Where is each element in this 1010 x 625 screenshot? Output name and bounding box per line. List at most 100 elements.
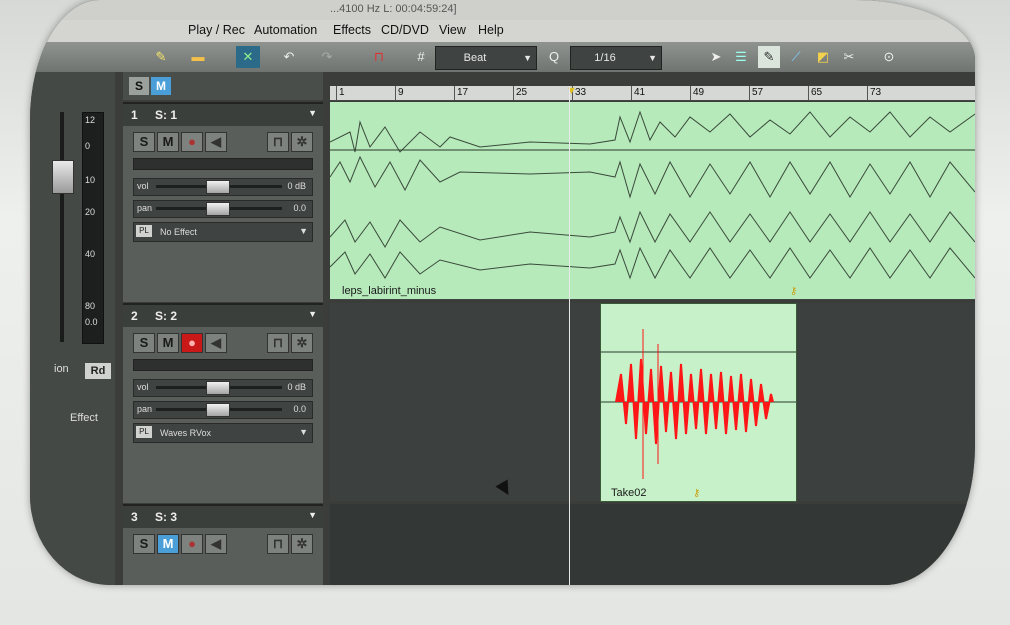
chevron-down-icon[interactable]: ▼ bbox=[308, 309, 317, 319]
global-mute-button[interactable]: M bbox=[151, 77, 171, 95]
cross-tool-icon[interactable]: ✕ bbox=[236, 46, 260, 68]
mute-button[interactable]: M bbox=[157, 333, 179, 353]
timeline-ruler[interactable]: 1 9 17 25 33 41 49 57 65 73 ▼ bbox=[330, 85, 975, 101]
chevron-down-icon[interactable]: ▼ bbox=[308, 108, 317, 118]
quantize-label: Q bbox=[548, 49, 560, 64]
mute-button[interactable]: M bbox=[157, 132, 179, 152]
toolbar: ✎ ▬ ✕ ↶ ↷ ⊓ # Beat ▼ Q 1/16 ▼ ➤ ☰ ✎ ⟋ ◩ … bbox=[30, 42, 975, 72]
redo-icon[interactable]: ↷ bbox=[316, 46, 338, 68]
scissors-icon[interactable]: ✂ bbox=[838, 46, 860, 68]
settings-icon[interactable]: ✲ bbox=[291, 132, 313, 152]
mute-button[interactable]: M bbox=[157, 534, 179, 554]
mixer-strip: 12 0 10 20 40 80 0.0 ion Rd Effect bbox=[30, 72, 115, 585]
pan-slider[interactable]: pan 0.0 bbox=[133, 200, 313, 218]
key-icon: ⚷ bbox=[790, 286, 798, 297]
solo-button[interactable]: S bbox=[133, 132, 155, 152]
select-tool-icon[interactable]: ✎ bbox=[758, 46, 780, 68]
track-number: 1 bbox=[131, 108, 138, 122]
ruler-tick bbox=[395, 86, 396, 100]
pan-thumb[interactable] bbox=[206, 202, 230, 216]
meter-tick: 12 bbox=[85, 115, 96, 125]
track-2-lane: Take02 ⚷ bbox=[330, 303, 975, 502]
ruler-tick bbox=[690, 86, 691, 100]
record-arm-button[interactable]: ● bbox=[181, 534, 203, 554]
chevron-down-icon: ▼ bbox=[299, 427, 308, 437]
volume-thumb[interactable] bbox=[206, 381, 230, 395]
envelope-tool-icon[interactable]: ⟋ bbox=[785, 46, 807, 68]
plugin-select[interactable]: PL Waves RVox ▼ bbox=[133, 423, 313, 443]
waveform bbox=[330, 110, 975, 280]
track-number: 2 bbox=[131, 309, 138, 323]
plugin-list-label: PL bbox=[136, 426, 152, 438]
track-tool-icon[interactable]: ☰ bbox=[730, 46, 752, 68]
lock-icon[interactable]: ⊓ bbox=[267, 333, 289, 353]
window-title: ...4100 Hz L: 00:04:59:24] bbox=[330, 3, 457, 15]
pan-thumb[interactable] bbox=[206, 403, 230, 417]
track-title-bar: 1 S: 1 ▼ bbox=[123, 104, 323, 126]
snap-mode-select[interactable]: Beat ▼ bbox=[435, 46, 537, 70]
menu-play-rec[interactable]: Play / Rec bbox=[188, 23, 245, 37]
mixer-tab-label[interactable]: ion bbox=[54, 363, 69, 375]
chevron-down-icon[interactable]: ▼ bbox=[308, 510, 317, 520]
meter-tick: 20 bbox=[85, 207, 96, 217]
audio-clip[interactable]: Take02 ⚷ bbox=[600, 303, 797, 502]
playhead-marker-icon[interactable]: ▼ bbox=[566, 85, 577, 97]
solo-button[interactable]: S bbox=[133, 333, 155, 353]
clip-name: Take02 bbox=[611, 487, 647, 499]
draw-tool-icon[interactable]: ▬ bbox=[180, 46, 216, 68]
master-fader-knob[interactable] bbox=[52, 160, 74, 194]
pan-value: 0.0 bbox=[293, 203, 306, 213]
monitor-speaker-icon[interactable]: ◀ bbox=[205, 333, 227, 353]
track-name[interactable]: S: 1 bbox=[155, 108, 177, 122]
lock-icon[interactable]: ⊓ bbox=[267, 132, 289, 152]
global-solo-button[interactable]: S bbox=[129, 77, 149, 95]
record-arm-button[interactable]: ● bbox=[181, 333, 203, 353]
monitor-speaker-icon[interactable]: ◀ bbox=[205, 534, 227, 554]
volume-slider[interactable]: vol 0 dB bbox=[133, 379, 313, 397]
settings-icon[interactable]: ✲ bbox=[291, 534, 313, 554]
chevron-down-icon: ▼ bbox=[648, 53, 657, 63]
zoom-icon[interactable]: ⊙ bbox=[878, 46, 900, 68]
menu-cd-dvd[interactable]: CD/DVD bbox=[381, 23, 429, 37]
menu-view[interactable]: View bbox=[439, 23, 466, 37]
volume-thumb[interactable] bbox=[206, 180, 230, 194]
menu-bar: Play / Rec Automation Effects CD/DVD Vie… bbox=[30, 20, 975, 42]
level-meter: 12 0 10 20 40 80 0.0 bbox=[82, 112, 104, 344]
daw-window: ...4100 Hz L: 00:04:59:24] Play / Rec Au… bbox=[30, 0, 975, 585]
menu-help[interactable]: Help bbox=[478, 23, 504, 37]
plugin-name: No Effect bbox=[160, 227, 197, 237]
ruler-label: 73 bbox=[870, 87, 882, 98]
ruler-label: 17 bbox=[457, 87, 469, 98]
fade-tool-icon[interactable]: ◩ bbox=[812, 46, 834, 68]
monitor-speaker-icon[interactable]: ◀ bbox=[205, 132, 227, 152]
plugin-select[interactable]: PL No Effect ▼ bbox=[133, 222, 313, 242]
volume-slider[interactable]: vol 0 dB bbox=[133, 178, 313, 196]
volume-value: 0 dB bbox=[287, 181, 306, 191]
record-arm-button[interactable]: ● bbox=[181, 132, 203, 152]
volume-label: vol bbox=[137, 181, 149, 191]
settings-icon[interactable]: ✲ bbox=[291, 333, 313, 353]
pencil-tool-icon[interactable]: ✎ bbox=[150, 46, 172, 68]
pan-slider[interactable]: pan 0.0 bbox=[133, 401, 313, 419]
lock-icon[interactable]: ⊓ bbox=[267, 534, 289, 554]
solo-button[interactable]: S bbox=[133, 534, 155, 554]
ruler-label: 25 bbox=[516, 87, 528, 98]
chevron-down-icon: ▼ bbox=[523, 53, 532, 63]
grid-icon[interactable]: # bbox=[410, 46, 432, 68]
track-name[interactable]: S: 2 bbox=[155, 309, 177, 323]
pointer-tool-icon[interactable]: ➤ bbox=[706, 46, 726, 68]
quantize-select[interactable]: 1/16 ▼ bbox=[570, 46, 662, 70]
menu-effects[interactable]: Effects bbox=[333, 23, 371, 37]
playhead-line[interactable] bbox=[569, 86, 570, 585]
menu-automation[interactable]: Automation bbox=[254, 23, 317, 37]
audio-clip[interactable]: leps_labirint_minus ⚷ bbox=[330, 102, 975, 299]
ruler-tick bbox=[749, 86, 750, 100]
snap-magnet-icon[interactable]: ⊓ bbox=[368, 46, 390, 68]
undo-icon[interactable]: ↶ bbox=[278, 46, 300, 68]
ruler-tick bbox=[631, 86, 632, 100]
track-name[interactable]: S: 3 bbox=[155, 510, 177, 524]
pan-label: pan bbox=[137, 404, 153, 414]
read-automation-button[interactable]: Rd bbox=[85, 363, 111, 379]
waveform bbox=[601, 329, 796, 479]
ruler-label: 49 bbox=[693, 87, 705, 98]
